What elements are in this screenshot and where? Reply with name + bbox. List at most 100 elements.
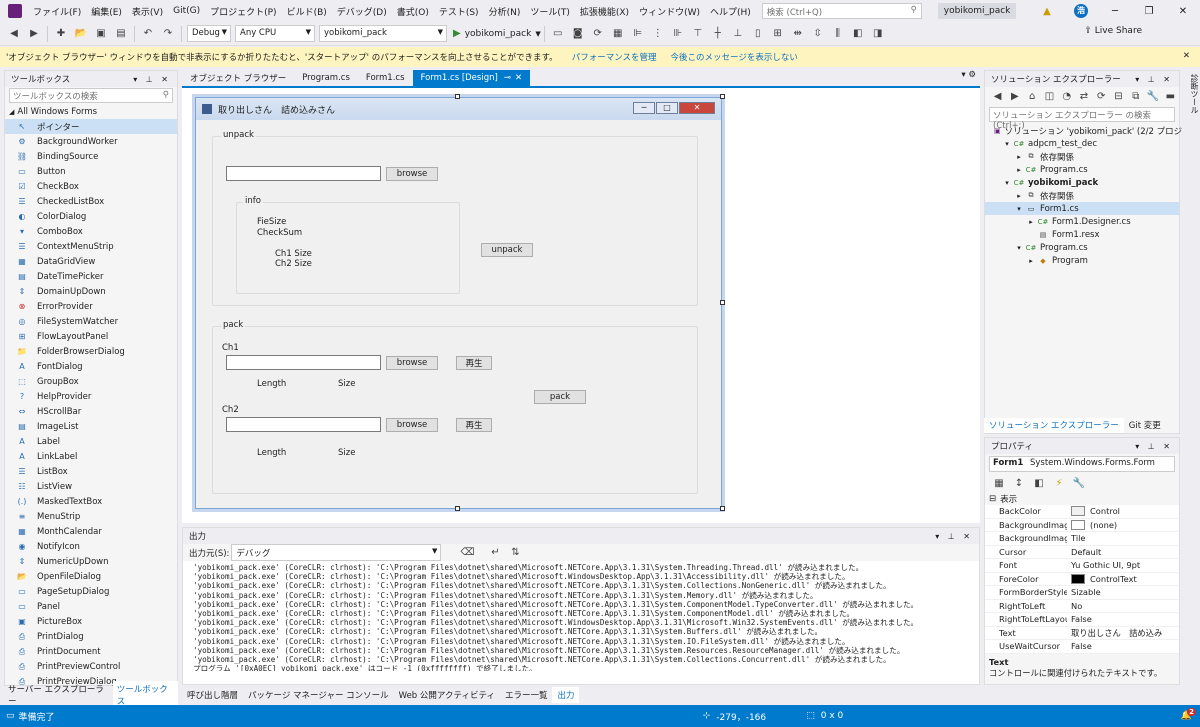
ch1-file-textbox[interactable] (226, 355, 381, 370)
property-row[interactable]: FormBorderStyle Sizable (985, 586, 1179, 600)
chevron-down-icon[interactable]: ▾ (1015, 244, 1023, 252)
menu-git[interactable]: Git(G) (168, 6, 205, 16)
tab-form1-cs[interactable]: Form1.cs (358, 70, 413, 86)
toolbox-item[interactable]: 📁 FolderBrowserDialog (5, 344, 177, 359)
toolbox-item[interactable]: ⎙ PrintDialog (5, 629, 177, 644)
toolbox-item[interactable]: ⊞ FlowLayoutPanel (5, 329, 177, 344)
menu-window[interactable]: ウィンドウ(W) (634, 5, 705, 18)
dont-show-again-link[interactable]: 今後このメッセージを表示しない (671, 51, 798, 63)
property-row[interactable]: RightToLeft No (985, 599, 1179, 613)
close-icon[interactable]: ✕ (515, 73, 522, 83)
solution-tree-node[interactable]: ▤ Form1.resx (985, 228, 1179, 241)
back-icon[interactable]: ◀ (991, 88, 1004, 104)
toolbox-item[interactable]: (.) MaskedTextBox (5, 494, 177, 509)
toolbox-item[interactable]: A FontDialog (5, 359, 177, 374)
pin-icon[interactable]: ▾ ⊥ ✕ (935, 532, 973, 541)
ch1-play-button[interactable]: 再生 (456, 356, 492, 370)
toolbox-item[interactable]: ▭ Button (5, 164, 177, 179)
toolbox-search-input[interactable]: ツールボックスの検索 ⚲ (9, 88, 173, 103)
menu-build[interactable]: ビルド(B) (282, 5, 332, 18)
menu-format[interactable]: 書式(O) (392, 5, 434, 18)
chevron-right-icon[interactable]: ▸ (1015, 153, 1023, 161)
manage-performance-link[interactable]: パフォーマンスを管理 (572, 51, 657, 63)
property-value[interactable]: Sizable (1067, 587, 1179, 597)
tab-form1-design[interactable]: Form1.cs [Design] ⊸ ✕ (412, 70, 531, 86)
toolbox-item[interactable]: ⬚ GroupBox (5, 374, 177, 389)
events-icon[interactable]: ⚡ (1051, 475, 1067, 491)
ch2-browse-button[interactable]: browse (386, 418, 438, 432)
menu-file[interactable]: ファイル(F) (28, 5, 86, 18)
property-row[interactable]: BackColor Control (985, 505, 1179, 519)
property-pages-icon[interactable]: 🔧 (1071, 475, 1087, 491)
ch2-file-textbox[interactable] (226, 417, 381, 432)
designed-form-window[interactable]: 取り出しさん 詰め込みさん ─ □ ✕ unpack browse info F… (195, 97, 722, 509)
properties-icon[interactable]: 🔧 (1146, 88, 1159, 104)
ch2-play-button[interactable]: 再生 (456, 418, 492, 432)
chevron-down-icon[interactable]: ▾ (1003, 140, 1011, 148)
start-debugging-button[interactable]: ▶ yobikomi_pack ▼ (453, 28, 541, 39)
preview-icon[interactable]: ▬ (1164, 88, 1177, 104)
menu-tools[interactable]: ツール(T) (525, 5, 575, 18)
toolbox-item[interactable]: ⚙ BackgroundWorker (5, 134, 177, 149)
toolbox-item[interactable]: ▭ Panel (5, 599, 177, 614)
avatar[interactable]: 浩 (1064, 4, 1098, 18)
screenshot-icon[interactable]: ◙ (570, 26, 586, 42)
chevron-right-icon[interactable]: ▸ (1027, 257, 1035, 265)
toolbox-item[interactable]: ⇕ NumericUpDown (5, 554, 177, 569)
tab-error-list[interactable]: エラー一覧 (500, 687, 553, 703)
toolbox-item[interactable]: ▤ DateTimePicker (5, 269, 177, 284)
gear-icon[interactable]: ▾ ⚙ (961, 70, 980, 86)
grid-icon[interactable]: ⊞ (770, 26, 786, 42)
pin-icon[interactable]: ▾ ⊥ ✕ (1135, 75, 1173, 84)
tab-output[interactable]: 出力 (552, 686, 580, 703)
tab-call-hierarchy[interactable]: 呼び出し階層 (182, 687, 243, 703)
close-icon[interactable]: ✕ (1166, 6, 1200, 17)
pending-changes-icon[interactable]: ◔ (1060, 88, 1073, 104)
properties-view-icon[interactable]: ◧ (1031, 475, 1047, 491)
tab-object-browser[interactable]: オブジェクト ブラウザー (182, 70, 294, 86)
toolbox-item[interactable]: ≡ MenuStrip (5, 509, 177, 524)
solution-tree-node[interactable]: ▸ C# Program.cs (985, 163, 1179, 176)
tab-solution-explorer[interactable]: ソリューション エクスプローラー (984, 418, 1124, 433)
property-value[interactable]: False (1067, 614, 1179, 624)
live-share-button[interactable]: ⇪ Live Share (1084, 26, 1142, 36)
tab-web-publish-activity[interactable]: Web 公開アクティビティ (394, 687, 500, 703)
new-project-icon[interactable]: ✚ (53, 26, 69, 42)
clear-all-icon[interactable]: ⌫ (459, 545, 475, 561)
toolbox-item[interactable]: ☑ CheckBox (5, 179, 177, 194)
property-value[interactable]: ControlText (1067, 573, 1179, 584)
collapse-all-icon[interactable]: ⊟ (1112, 88, 1125, 104)
solution-explorer-search-input[interactable]: ソリューション エクスプローラー の検索 (Ctrl+;) (989, 107, 1175, 131)
chevron-right-icon[interactable]: ▸ (1015, 166, 1023, 174)
close-icon[interactable]: ✕ (1183, 51, 1190, 61)
toolbox-item[interactable]: ⎙ PrintPreviewControl (5, 659, 177, 674)
menu-view[interactable]: 表示(V) (127, 5, 168, 18)
save-all-icon[interactable]: ▤ (113, 26, 129, 42)
pin-icon[interactable]: ⊸ (504, 73, 511, 83)
menu-help[interactable]: ヘルプ(H) (705, 5, 756, 18)
ch1-browse-button[interactable]: browse (386, 356, 438, 370)
toolbox-item[interactable]: ↖ ポインター (5, 119, 177, 134)
property-row[interactable]: BackgroundImageLa Tile (985, 532, 1179, 546)
align-middle-icon[interactable]: ┼ (710, 26, 726, 42)
chevron-right-icon[interactable]: ▸ (1015, 192, 1023, 200)
minimize-icon[interactable]: ─ (1098, 6, 1132, 17)
hot-reload-icon[interactable]: ⟳ (590, 26, 606, 42)
toolbox-group-all-windows-forms[interactable]: ◢ All Windows Forms (5, 104, 177, 119)
toolbox-item[interactable]: 📂 OpenFileDialog (5, 569, 177, 584)
property-row[interactable]: RightToLeftLayout False (985, 613, 1179, 627)
property-row[interactable]: BackgroundImage (none) (985, 518, 1179, 532)
menu-edit[interactable]: 編集(E) (86, 5, 127, 18)
info-groupbox[interactable]: info (236, 196, 460, 294)
center-h-icon[interactable]: ⫼ (830, 26, 846, 42)
toolbox-item[interactable]: ⊗ ErrorProvider (5, 299, 177, 314)
pack-button[interactable]: pack (534, 390, 586, 404)
same-size-icon[interactable]: ▯ (750, 26, 766, 42)
property-value[interactable]: 取り出しさん 詰め込み (1067, 627, 1179, 639)
property-row[interactable]: Font Yu Gothic UI, 9pt (985, 559, 1179, 573)
pin-icon[interactable]: ▾ ⊥ ✕ (1135, 442, 1173, 451)
toolbox-item[interactable]: A LinkLabel (5, 449, 177, 464)
resize-handle-top[interactable] (455, 94, 460, 99)
toolbox-item[interactable]: ▦ DataGridView (5, 254, 177, 269)
menu-analyze[interactable]: 分析(N) (484, 5, 526, 18)
